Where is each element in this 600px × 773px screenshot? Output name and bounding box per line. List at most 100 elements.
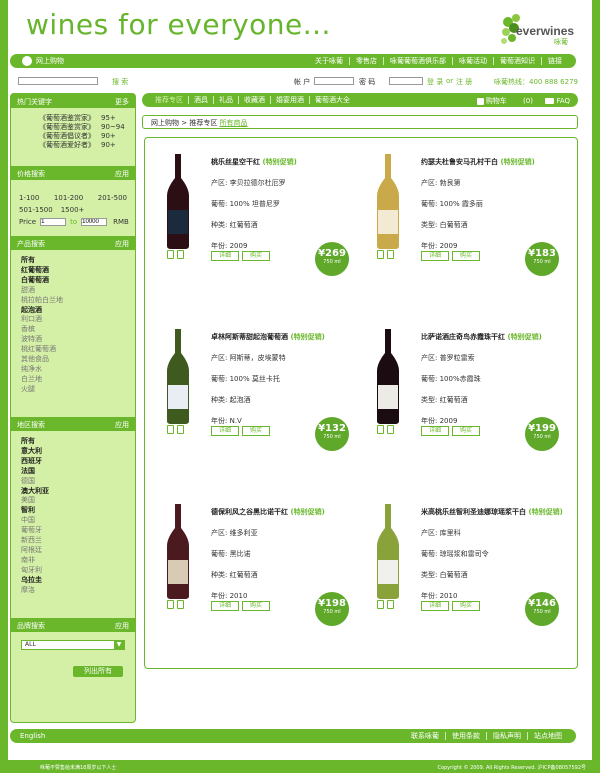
online-shop-link[interactable]: 网上购物 <box>18 56 64 66</box>
brand-apply-button[interactable]: 应用 <box>115 621 129 630</box>
list-item[interactable]: 南非 <box>21 556 125 566</box>
detail-button[interactable]: 详细 <box>211 426 239 436</box>
award-icon[interactable] <box>167 600 174 609</box>
price-range[interactable]: 501-1500 <box>19 204 53 216</box>
buy-button[interactable]: 购买 <box>242 426 270 436</box>
tab-wineware[interactable]: 酒具 <box>188 96 213 104</box>
list-item[interactable]: 甜酒 <box>21 286 125 296</box>
keyword-item[interactable]: 《葡萄酒爱好者》 90+ <box>39 141 135 150</box>
list-all-button[interactable]: 列出所有 <box>73 666 123 677</box>
wine-bottle-image[interactable] <box>373 329 403 424</box>
language-link[interactable]: English <box>20 732 45 740</box>
price-range[interactable]: 101-200 <box>54 192 83 204</box>
gift-icon[interactable] <box>177 600 184 609</box>
topnav-retail[interactable]: 零售店 <box>349 57 383 65</box>
brand-select[interactable]: ALL ▼ <box>21 640 125 650</box>
list-item[interactable]: 智利 <box>21 506 125 516</box>
list-item[interactable]: 阿根廷 <box>21 546 125 556</box>
wine-bottle-image[interactable] <box>373 154 403 249</box>
list-item[interactable]: 美国 <box>21 496 125 506</box>
wine-bottle-image[interactable] <box>163 329 193 424</box>
list-item[interactable]: 利口酒 <box>21 315 125 325</box>
logo[interactable]: everwines 咏葡 <box>498 8 578 48</box>
list-item[interactable]: 法国 <box>21 467 125 477</box>
topnav-knowledge[interactable]: 葡萄酒知识 <box>493 57 541 65</box>
breadcrumb-shop[interactable]: 网上购物 <box>151 119 179 127</box>
product-name[interactable]: 桃乐丝星空干红 (特别促销) <box>211 157 361 167</box>
footer-sitemap[interactable]: 站点地图 <box>527 732 568 740</box>
footer-privacy[interactable]: 隐私声明 <box>486 732 527 740</box>
price-from-input[interactable] <box>40 218 67 226</box>
topnav-events[interactable]: 咏葡活动 <box>452 57 493 65</box>
product-name[interactable]: 比萨诺酒庄奇鸟赤霞珠干红 (特别促销) <box>421 332 571 342</box>
buy-button[interactable]: 购买 <box>242 251 270 261</box>
account-input[interactable] <box>314 77 354 85</box>
wine-bottle-image[interactable] <box>373 504 403 599</box>
detail-button[interactable]: 详细 <box>421 601 449 611</box>
search-input[interactable] <box>18 77 98 85</box>
list-item[interactable]: 葡萄牙 <box>21 526 125 536</box>
list-item[interactable]: 纯净水 <box>21 365 125 375</box>
list-item[interactable]: 起泡酒 <box>21 306 125 316</box>
wine-bottle-image[interactable] <box>163 154 193 249</box>
list-item[interactable]: 红葡萄酒 <box>21 266 125 276</box>
detail-button[interactable]: 详细 <box>211 601 239 611</box>
breadcrumb-recommended[interactable]: > 推荐专区 <box>181 119 217 127</box>
detail-button[interactable]: 详细 <box>211 251 239 261</box>
product-name[interactable]: 德保利风之谷黑比诺干红 (特别促销) <box>211 507 361 517</box>
gift-icon[interactable] <box>387 600 394 609</box>
list-item[interactable]: 乌拉圭 <box>21 576 125 586</box>
tab-wedding[interactable]: 婚宴用酒 <box>270 96 309 104</box>
tab-gifts[interactable]: 礼品 <box>213 96 238 104</box>
award-icon[interactable] <box>377 600 384 609</box>
tab-collection[interactable]: 收藏酒 <box>238 96 270 104</box>
keyword-item[interactable]: 《葡萄酒倡议者》 90+ <box>39 132 135 141</box>
price-range[interactable]: 1-100 <box>19 192 39 204</box>
list-item[interactable]: 白兰地 <box>21 375 125 385</box>
list-item[interactable]: 中国 <box>21 516 125 526</box>
list-item[interactable]: 新西兰 <box>21 536 125 546</box>
gift-icon[interactable] <box>177 425 184 434</box>
cart-link[interactable]: 购物车 <box>476 97 507 105</box>
list-item[interactable]: 所有 <box>21 256 125 266</box>
price-apply-button[interactable]: 应用 <box>115 169 129 178</box>
list-item[interactable]: 澳大利亚 <box>21 487 125 497</box>
list-item[interactable]: 其他食品 <box>21 355 125 365</box>
gift-icon[interactable] <box>387 425 394 434</box>
award-icon[interactable] <box>167 425 174 434</box>
keyword-item[interactable]: 《葡萄酒鉴赏家》 90~94 <box>39 123 135 132</box>
list-item[interactable]: 意大利 <box>21 447 125 457</box>
region-apply-button[interactable]: 应用 <box>115 420 129 429</box>
buy-button[interactable]: 购买 <box>452 426 480 436</box>
tab-all-wines[interactable]: 葡萄酒大全 <box>309 96 355 104</box>
price-to-input[interactable] <box>81 218 108 226</box>
list-item[interactable]: 所有 <box>21 437 125 447</box>
list-item[interactable]: 德国 <box>21 477 125 487</box>
buy-button[interactable]: 购买 <box>452 251 480 261</box>
faq-link[interactable]: FAQ <box>545 97 570 105</box>
gift-icon[interactable] <box>387 250 394 259</box>
list-item[interactable]: 火腿 <box>21 385 125 395</box>
award-icon[interactable] <box>167 250 174 259</box>
award-icon[interactable] <box>377 425 384 434</box>
wine-bottle-image[interactable] <box>163 504 193 599</box>
product-apply-button[interactable]: 应用 <box>115 239 129 248</box>
list-item[interactable]: 桃红葡萄酒 <box>21 345 125 355</box>
list-item[interactable]: 波特酒 <box>21 335 125 345</box>
topnav-about[interactable]: 关于咏葡 <box>309 57 349 65</box>
search-button[interactable]: 搜 索 <box>112 77 128 87</box>
product-name[interactable]: 卓林阿斯蒂甜起泡葡萄酒 (特别促销) <box>211 332 361 342</box>
breadcrumb-current[interactable]: 所有商品 <box>220 119 248 127</box>
detail-button[interactable]: 详细 <box>421 426 449 436</box>
product-name[interactable]: 米高桃乐丝智利圣迪娜琼瑶浆干白 (特别促销) <box>421 507 571 517</box>
list-item[interactable]: 香槟 <box>21 325 125 335</box>
list-item[interactable]: 匈牙利 <box>21 566 125 576</box>
topnav-club[interactable]: 咏葡葡萄酒俱乐部 <box>383 57 452 65</box>
list-item[interactable]: 摩洛 <box>21 586 125 596</box>
password-input[interactable] <box>389 77 423 85</box>
list-item[interactable]: 白葡萄酒 <box>21 276 125 286</box>
buy-button[interactable]: 购买 <box>242 601 270 611</box>
price-range[interactable]: 201-500 <box>98 192 127 204</box>
product-name[interactable]: 约瑟夫杜鲁安马孔村干白 (特别促销) <box>421 157 571 167</box>
list-item[interactable]: 西班牙 <box>21 457 125 467</box>
